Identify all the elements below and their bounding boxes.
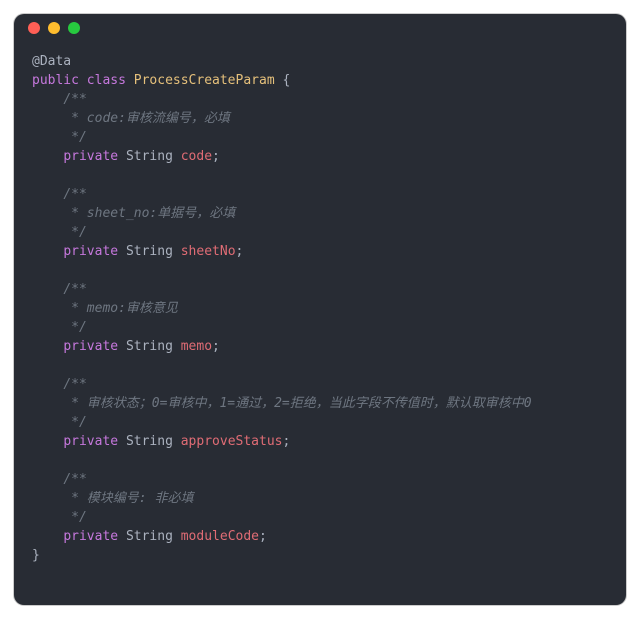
- close-icon[interactable]: [28, 22, 40, 34]
- comment-open: /**: [63, 377, 86, 392]
- comment-line: * 模块编号: 非必填: [63, 491, 193, 506]
- type-string: String: [126, 529, 173, 544]
- brace-close: }: [32, 548, 40, 563]
- comment-close: */: [63, 510, 86, 525]
- keyword-public: public: [32, 73, 79, 88]
- code-block: @Data public class ProcessCreateParam { …: [14, 42, 626, 565]
- comment-close: */: [63, 225, 86, 240]
- keyword-private: private: [63, 244, 118, 259]
- minimize-icon[interactable]: [48, 22, 60, 34]
- comment-line: * sheet_no:单据号，必填: [63, 206, 235, 221]
- comment-open: /**: [63, 187, 86, 202]
- keyword-private: private: [63, 434, 118, 449]
- field-name: code: [181, 149, 212, 164]
- brace-open: {: [282, 73, 290, 88]
- maximize-icon[interactable]: [68, 22, 80, 34]
- field-name: memo: [181, 339, 212, 354]
- field-name: moduleCode: [181, 529, 259, 544]
- comment-line: * code:审核流编号，必填: [63, 111, 230, 126]
- type-string: String: [126, 149, 173, 164]
- comment-line: * memo:审核意见: [63, 301, 178, 316]
- keyword-private: private: [63, 529, 118, 544]
- comment-line: * 审核状态；0=审核中，1=通过，2=拒绝，当此字段不传值时，默认取审核中0: [63, 396, 531, 411]
- comment-open: /**: [63, 92, 86, 107]
- keyword-private: private: [63, 149, 118, 164]
- type-string: String: [126, 434, 173, 449]
- annotation: @Data: [32, 54, 71, 69]
- comment-close: */: [63, 130, 86, 145]
- type-string: String: [126, 244, 173, 259]
- comment-open: /**: [63, 282, 86, 297]
- keyword-private: private: [63, 339, 118, 354]
- comment-close: */: [63, 320, 86, 335]
- window-titlebar: [14, 14, 626, 42]
- class-name: ProcessCreateParam: [134, 73, 275, 88]
- comment-open: /**: [63, 472, 86, 487]
- comment-close: */: [63, 415, 86, 430]
- field-name: sheetNo: [181, 244, 236, 259]
- field-name: approveStatus: [181, 434, 283, 449]
- code-window: @Data public class ProcessCreateParam { …: [14, 14, 626, 605]
- keyword-class: class: [87, 73, 126, 88]
- type-string: String: [126, 339, 173, 354]
